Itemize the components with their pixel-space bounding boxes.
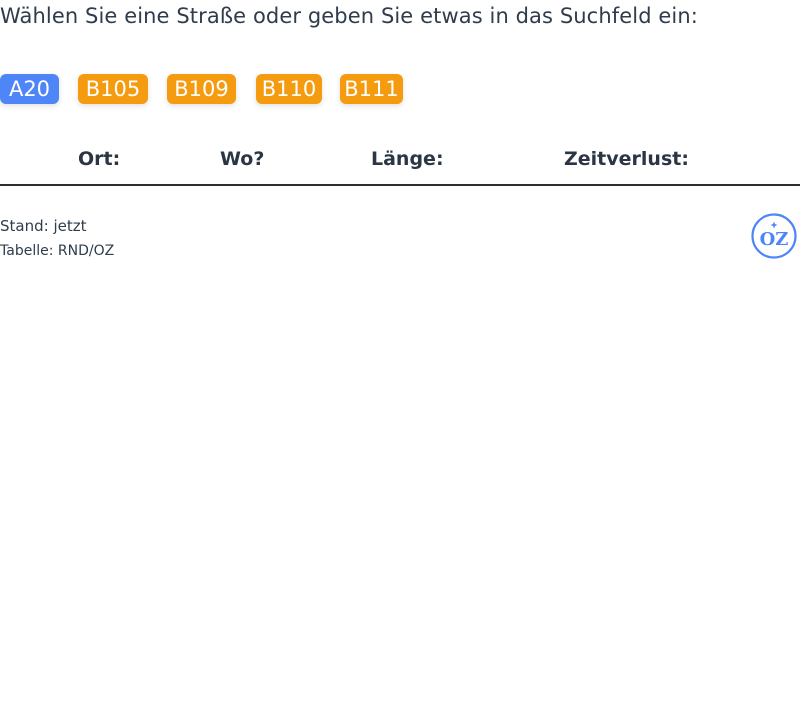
traffic-table-header: Ort: Wo? Länge: Zeitverlust:	[0, 140, 800, 186]
source-text: Tabelle: RND/OZ	[0, 243, 115, 259]
column-header-ort: Ort:	[78, 148, 121, 170]
road-chip-b109[interactable]: B109	[167, 74, 236, 104]
road-chip-b105[interactable]: B105	[78, 74, 148, 104]
column-header-zeitverlust: Zeitverlust:	[564, 148, 689, 170]
status-text: Stand: jetzt	[0, 217, 87, 235]
svg-text:OZ: OZ	[760, 229, 789, 250]
road-chip-b110[interactable]: B110	[256, 74, 322, 104]
oz-logo-icon: OZ	[751, 213, 797, 259]
road-chip-a20[interactable]: A20	[0, 74, 59, 104]
column-header-wo: Wo?	[220, 148, 265, 170]
column-header-laenge: Länge:	[371, 148, 444, 170]
road-selection-prompt: Wählen Sie eine Straße oder geben Sie et…	[0, 4, 698, 28]
road-chip-b111[interactable]: B111	[340, 74, 403, 104]
